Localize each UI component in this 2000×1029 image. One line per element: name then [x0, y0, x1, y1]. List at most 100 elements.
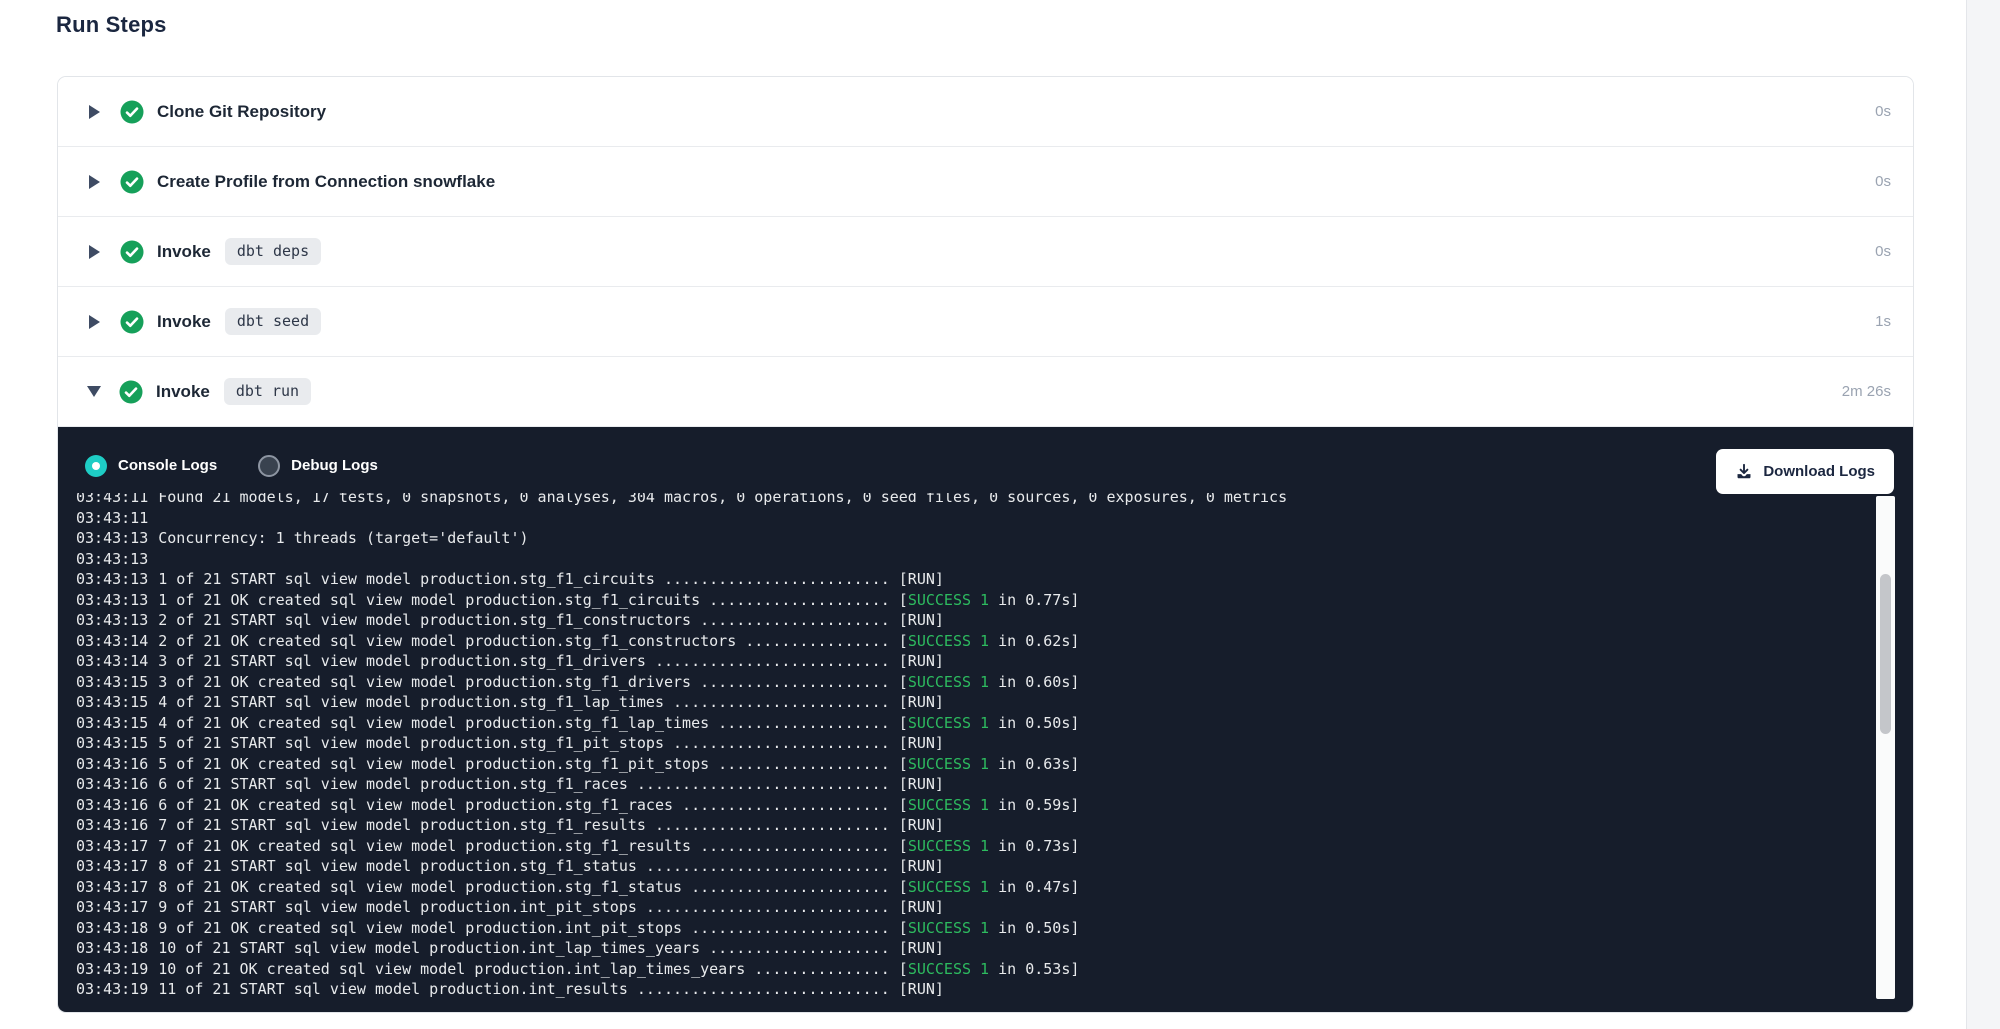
console-panel: Console Logs Debug Logs Download Logs 03…: [58, 427, 1913, 1012]
step-label: Create Profile from Connection snowflake: [157, 172, 495, 192]
log-timestamp: 03:43:18: [76, 918, 148, 939]
step-row[interactable]: Invoke dbt deps 0s: [58, 217, 1913, 287]
log-text: 10 of 21 START sql view model production…: [158, 939, 944, 957]
log-line: 03:43:16 6 of 21 OK created sql view mode…: [76, 795, 1866, 816]
log-text: 5 of 21 OK created sql view model produc…: [158, 755, 1079, 773]
log-lines: 03:43:11 Found 21 models, 17 tests, 0 sna…: [76, 493, 1866, 1000]
step-duration: 2m 26s: [1842, 383, 1891, 400]
success-check-icon: [120, 240, 144, 264]
log-text: 9 of 21 START sql view model production.…: [158, 898, 944, 916]
scrollbar-thumb[interactable]: [1880, 574, 1891, 734]
log-text: 9 of 21 OK created sql view model produc…: [158, 919, 1079, 937]
log-line: 03:43:18 9 of 21 OK created sql view mode…: [76, 918, 1866, 939]
log-timestamp: 03:43:17: [76, 836, 148, 857]
log-text: 3 of 21 OK created sql view model produc…: [158, 673, 1079, 691]
log-line: 03:43:154 of 21 OK created sql view mode…: [76, 713, 1866, 734]
log-timestamp: 03:43:19: [76, 959, 148, 980]
step-duration: 1s: [1875, 313, 1891, 330]
log-timestamp: 03:43:17: [76, 877, 148, 898]
expand-chevron-icon[interactable]: [89, 175, 100, 189]
log-text: 7 of 21 START sql view model production.…: [158, 816, 944, 834]
radio-unselected-icon[interactable]: [258, 455, 280, 477]
log-line: 03:43:131 of 21 START sql view model pro…: [76, 569, 1866, 590]
log-line: 03:43:13 2 of 21 START sql view model pro…: [76, 610, 1866, 631]
expand-chevron-icon[interactable]: [89, 315, 100, 329]
log-timestamp: 03:43:13: [76, 569, 148, 590]
log-text: Concurrency: 1 threads (target='default'…: [158, 529, 528, 547]
success-check-icon: [119, 380, 143, 404]
step-label: Invoke: [156, 382, 210, 402]
log-timestamp: 03:43:13: [76, 549, 148, 570]
log-line: 03:43:13Concurrency: 1 threads (target='…: [76, 528, 1866, 549]
log-line: 03:43:16 5 of 21 OK created sql view mode…: [76, 754, 1866, 775]
step-row[interactable]: Invoke dbt seed 1s: [58, 287, 1913, 357]
log-text: 6 of 21 OK created sql view model produc…: [158, 796, 1079, 814]
log-line: 03:43:167 of 21 START sql view model pro…: [76, 815, 1866, 836]
log-timestamp: 03:43:13: [76, 590, 148, 611]
step-row[interactable]: Clone Git Repository 0s: [58, 77, 1913, 147]
step-row[interactable]: Invoke dbt run 2m 26s: [58, 357, 1913, 427]
download-logs-label: Download Logs: [1763, 463, 1875, 480]
log-text: 3 of 21 START sql view model production.…: [158, 652, 944, 670]
success-check-icon: [120, 310, 144, 334]
step-duration: 0s: [1875, 243, 1891, 260]
log-timestamp: 03:43:15: [76, 692, 148, 713]
expand-chevron-icon[interactable]: [87, 386, 101, 397]
log-line: 03:43:11 Found 21 models, 17 tests, 0 sna…: [76, 493, 1866, 508]
log-timestamp: 03:43:11: [76, 493, 148, 508]
step-duration: 0s: [1875, 103, 1891, 120]
download-icon: [1735, 463, 1753, 481]
log-text: 5 of 21 START sql view model production.…: [158, 734, 944, 752]
success-check-icon: [120, 100, 144, 124]
log-line: 03:43:15 4 of 21 START sql view model pro…: [76, 692, 1866, 713]
log-line: 03:43:142 of 21 OK created sql view mode…: [76, 631, 1866, 652]
console-header: Console Logs Debug Logs Download Logs: [58, 427, 1913, 494]
radio-console-logs[interactable]: Console Logs: [85, 455, 217, 477]
log-text: 10 of 21 OK created sql view model produ…: [158, 960, 1079, 978]
log-line: 03:43:13: [76, 549, 1866, 570]
step-command-badge: dbt run: [224, 378, 311, 405]
log-text: Found 21 models, 17 tests, 0 snapshots, …: [158, 493, 1287, 506]
log-text: 11 of 21 START sql view model production…: [158, 980, 944, 998]
log-timestamp: 03:43:16: [76, 774, 148, 795]
log-line: 03:43:13 1 of 21 OK created sql view mode…: [76, 590, 1866, 611]
download-logs-button[interactable]: Download Logs: [1716, 449, 1894, 494]
log-text: 4 of 21 START sql view model production.…: [158, 693, 944, 711]
page-title: Run Steps: [56, 12, 167, 38]
radio-debug-logs[interactable]: Debug Logs: [258, 455, 378, 477]
expand-chevron-icon[interactable]: [89, 105, 100, 119]
log-text: 7 of 21 OK created sql view model produc…: [158, 837, 1079, 855]
log-line: 03:43:17 8 of 21 OK created sql view mode…: [76, 877, 1866, 898]
log-line: 03:43:1810 of 21 START sql view model pr…: [76, 938, 1866, 959]
log-line: 03:43:1911 of 21 START sql view model pr…: [76, 979, 1866, 1000]
step-command-badge: dbt seed: [225, 308, 321, 335]
log-text: 2 of 21 START sql view model production.…: [158, 611, 944, 629]
step-row[interactable]: Create Profile from Connection snowflake…: [58, 147, 1913, 217]
run-steps-card: Clone Git Repository 0s Create Profile f…: [57, 76, 1914, 1013]
success-check-icon: [120, 170, 144, 194]
log-text: 1 of 21 OK created sql view model produc…: [158, 591, 1079, 609]
expand-chevron-icon[interactable]: [89, 245, 100, 259]
log-timestamp: 03:43:15: [76, 672, 148, 693]
log-timestamp: 03:43:14: [76, 651, 148, 672]
log-line: 03:43:11: [76, 508, 1866, 529]
log-timestamp: 03:43:15: [76, 733, 148, 754]
log-line: 03:43:17 7 of 21 OK created sql view mode…: [76, 836, 1866, 857]
log-viewport[interactable]: 03:43:11 Found 21 models, 17 tests, 0 sna…: [76, 493, 1866, 1009]
step-command-badge: dbt deps: [225, 238, 321, 265]
log-text: 4 of 21 OK created sql view model produc…: [158, 714, 1079, 732]
log-timestamp: 03:43:16: [76, 754, 148, 775]
log-timestamp: 03:43:11: [76, 508, 148, 529]
log-line: 03:43:14 3 of 21 START sql view model pro…: [76, 651, 1866, 672]
scrollbar-track[interactable]: [1876, 496, 1895, 999]
log-text: 8 of 21 OK created sql view model produc…: [158, 878, 1079, 896]
page-gutter: [1966, 0, 2000, 1029]
log-timestamp: 03:43:13: [76, 610, 148, 631]
log-text: 2 of 21 OK created sql view model produc…: [158, 632, 1079, 650]
log-line: 03:43:15 3 of 21 OK created sql view mode…: [76, 672, 1866, 693]
step-duration: 0s: [1875, 173, 1891, 190]
log-timestamp: 03:43:16: [76, 795, 148, 816]
step-label: Invoke: [157, 242, 211, 262]
radio-selected-icon[interactable]: [85, 455, 107, 477]
step-label: Invoke: [157, 312, 211, 332]
